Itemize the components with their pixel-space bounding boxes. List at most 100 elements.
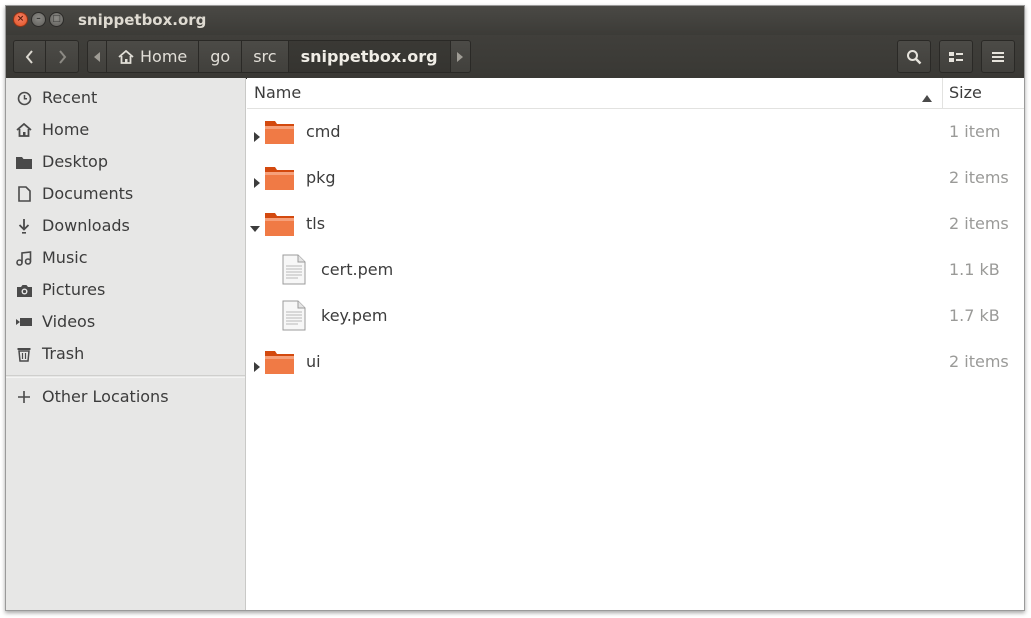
sidebar-item-label: Downloads — [42, 216, 130, 235]
camera-icon — [16, 282, 32, 298]
sort-ascending-icon[interactable] — [922, 87, 932, 106]
triangle-left-icon — [94, 51, 100, 62]
search-button[interactable] — [897, 40, 931, 73]
sidebar-item-label: Videos — [42, 312, 96, 331]
plus-icon — [16, 389, 32, 405]
item-name: key.pem — [321, 306, 388, 325]
sidebar: Recent Home Desktop Documents Downloads … — [6, 78, 246, 610]
triangle-right-icon — [457, 51, 464, 62]
sidebar-item-desktop[interactable]: Desktop — [6, 147, 245, 177]
column-header-row: Name Size — [247, 78, 1024, 109]
folder-icon — [264, 118, 295, 149]
sidebar-item-label: Pictures — [42, 280, 106, 299]
close-window-button[interactable]: × — [13, 12, 28, 27]
menu-button[interactable] — [981, 40, 1015, 73]
path-segment-label: go — [210, 47, 231, 66]
sidebar-item-label: Recent — [42, 88, 98, 107]
list-item[interactable]: tls 2 items — [247, 201, 1024, 247]
view-mode-button[interactable] — [939, 40, 973, 73]
music-icon — [16, 250, 32, 266]
item-size: 2 items — [949, 214, 1009, 233]
chevron-right-icon — [59, 49, 67, 64]
expander-collapsed-icon[interactable] — [252, 357, 262, 372]
item-name: pkg — [306, 168, 336, 187]
item-size: 1 item — [949, 122, 1001, 141]
sidebar-divider-highlight — [6, 377, 245, 378]
sidebar-item-label: Other Locations — [42, 387, 169, 406]
item-name: ui — [306, 352, 321, 371]
text-file-icon — [282, 300, 306, 335]
navigation-buttons — [13, 40, 79, 73]
expander-collapsed-icon[interactable] — [252, 173, 262, 188]
item-size: 1.1 kB — [949, 260, 1000, 279]
column-header-size[interactable]: Size — [949, 83, 982, 102]
column-header-name[interactable]: Name — [254, 83, 301, 102]
item-size: 1.7 kB — [949, 306, 1000, 325]
search-icon — [907, 49, 922, 64]
file-list-view: Name Size cmd 1 item pkg 2 items tls 2 i… — [247, 78, 1024, 610]
list-item[interactable]: ui 2 items — [247, 339, 1024, 385]
path-segment-src[interactable]: src — [242, 40, 289, 73]
sidebar-divider — [6, 375, 245, 376]
path-segment-label: Home — [140, 47, 188, 66]
clock-icon — [16, 90, 32, 106]
sidebar-item-downloads[interactable]: Downloads — [6, 211, 245, 241]
sidebar-item-trash[interactable]: Trash — [6, 339, 245, 369]
chevron-left-icon — [25, 49, 33, 64]
path-segment-go[interactable]: go — [199, 40, 243, 73]
sidebar-item-label: Home — [42, 120, 90, 139]
item-name: tls — [306, 214, 326, 233]
sidebar-item-pictures[interactable]: Pictures — [6, 275, 245, 305]
home-icon — [118, 49, 134, 64]
sidebar-item-videos[interactable]: Videos — [6, 307, 245, 337]
sidebar-item-label: Desktop — [42, 152, 108, 171]
path-segment-snippetbox[interactable]: snippetbox.org — [288, 40, 451, 73]
sidebar-item-recent[interactable]: Recent — [6, 83, 245, 113]
sidebar-item-other-locations[interactable]: Other Locations — [6, 382, 245, 412]
maximize-window-button[interactable]: □ — [49, 12, 64, 27]
sidebar-item-documents[interactable]: Documents — [6, 179, 245, 209]
folder-icon — [264, 348, 295, 379]
sidebar-item-music[interactable]: Music — [6, 243, 245, 273]
file-manager-window: × – □ snippetbox.org Home go src snippet… — [5, 5, 1025, 611]
video-icon — [16, 314, 32, 330]
item-size: 2 items — [949, 352, 1009, 371]
maximize-icon: □ — [52, 14, 61, 24]
path-segment-label: src — [253, 47, 277, 66]
folder-open-icon — [264, 210, 295, 241]
minimize-window-button[interactable]: – — [31, 12, 46, 27]
text-file-icon — [282, 254, 306, 289]
folder-icon — [264, 164, 295, 195]
window-title: snippetbox.org — [78, 11, 207, 29]
document-icon — [16, 186, 32, 202]
sidebar-item-label: Documents — [42, 184, 134, 203]
path-segment-home[interactable]: Home — [107, 40, 200, 73]
forward-button[interactable] — [46, 40, 79, 73]
home-icon — [16, 122, 32, 138]
list-item[interactable]: cmd 1 item — [247, 109, 1024, 155]
item-name: cmd — [306, 122, 341, 141]
list-item[interactable]: cert.pem 1.1 kB — [247, 247, 1024, 293]
expander-expanded-icon[interactable] — [250, 219, 260, 232]
sidebar-item-label: Trash — [42, 344, 85, 363]
sidebar-item-home[interactable]: Home — [6, 115, 245, 145]
hamburger-menu-icon — [992, 51, 1004, 62]
column-divider[interactable] — [942, 78, 943, 108]
expander-collapsed-icon[interactable] — [252, 127, 262, 142]
folder-icon — [16, 154, 32, 170]
item-name: cert.pem — [321, 260, 394, 279]
close-icon: × — [16, 14, 25, 24]
header-bar: Home go src snippetbox.org — [6, 35, 1024, 79]
path-bar: Home go src snippetbox.org — [87, 40, 471, 73]
item-size: 2 items — [949, 168, 1009, 187]
trash-icon — [16, 346, 32, 362]
list-item[interactable]: pkg 2 items — [247, 155, 1024, 201]
sidebar-item-label: Music — [42, 248, 88, 267]
back-button[interactable] — [13, 40, 46, 73]
title-bar[interactable]: × – □ snippetbox.org — [6, 6, 1024, 35]
path-scroll-right-button[interactable] — [450, 40, 471, 73]
download-icon — [16, 218, 32, 234]
path-scroll-left-button[interactable] — [87, 40, 107, 73]
path-segment-label: snippetbox.org — [300, 47, 438, 66]
list-item[interactable]: key.pem 1.7 kB — [247, 293, 1024, 339]
